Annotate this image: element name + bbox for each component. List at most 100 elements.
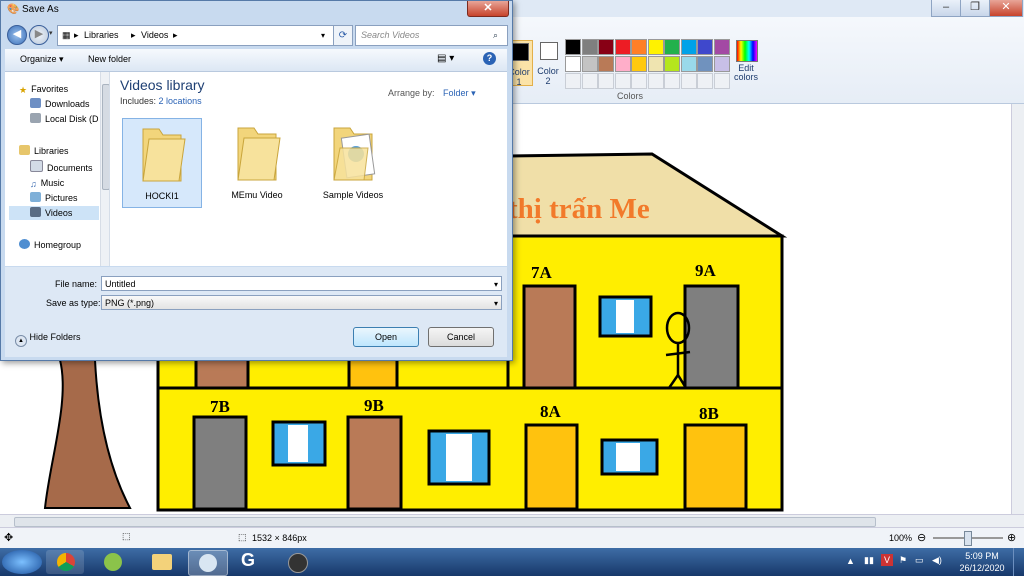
nav-libraries[interactable]: Libraries <box>19 144 109 158</box>
custom-color-slot[interactable] <box>565 73 581 89</box>
nav-homegroup[interactable]: Homegroup <box>19 238 109 252</box>
palette-swatch[interactable] <box>664 56 680 72</box>
new-folder-button[interactable]: New folder <box>88 54 131 64</box>
palette-swatch[interactable] <box>581 56 598 72</box>
palette-swatch[interactable] <box>565 56 581 72</box>
custom-color-slot[interactable] <box>581 73 598 89</box>
nav-scroll-thumb[interactable] <box>102 84 109 190</box>
taskbar-paint[interactable] <box>188 550 228 576</box>
custom-color-slot[interactable] <box>713 73 730 89</box>
palette-swatch[interactable] <box>614 39 631 55</box>
breadcrumb-videos[interactable]: Videos <box>141 26 168 45</box>
tray-arrow-icon[interactable]: ▲ <box>846 556 855 566</box>
downloads-icon <box>30 98 41 108</box>
palette-swatch[interactable] <box>598 56 614 72</box>
antivirus-icon[interactable]: V <box>881 554 893 566</box>
edit-colors-button[interactable]: Edit colors <box>733 40 759 84</box>
nav-scrollbar[interactable] <box>100 72 109 266</box>
dialog-close-button[interactable]: ✕ <box>467 1 509 17</box>
palette-swatch[interactable] <box>581 39 598 55</box>
monitor-icon[interactable]: ▭ <box>915 555 924 566</box>
custom-color-slot[interactable] <box>614 73 631 89</box>
recent-dropdown-icon[interactable]: ▾ <box>49 29 53 37</box>
file-name-input[interactable]: Untitled ▾ <box>101 276 502 291</box>
help-icon[interactable]: ? <box>483 52 496 65</box>
save-type-dropdown-icon[interactable]: ▾ <box>494 296 498 311</box>
custom-color-slot[interactable] <box>631 73 647 89</box>
file-item-sample-videos[interactable]: Sample Videos <box>314 118 392 206</box>
nav-music[interactable]: ♫ Music <box>30 176 109 190</box>
palette-swatch[interactable] <box>713 56 730 72</box>
palette-swatch[interactable] <box>631 39 647 55</box>
nav-local-disk[interactable]: Local Disk (D <box>30 112 109 126</box>
hide-folders-toggle[interactable]: ▲ Hide Folders <box>15 332 81 347</box>
custom-color-slot[interactable] <box>598 73 614 89</box>
file-item-hocki1[interactable]: HOCKI1 <box>122 118 202 208</box>
palette-swatch[interactable] <box>713 39 730 55</box>
horizontal-scrollbar[interactable] <box>0 514 1024 528</box>
palette-swatch[interactable] <box>697 56 713 72</box>
cancel-button[interactable]: Cancel <box>428 327 494 347</box>
taskbar-google[interactable]: G <box>232 550 270 574</box>
breadcrumb-libraries[interactable]: Libraries <box>84 26 119 45</box>
clock-time[interactable]: 5:09 PM <box>952 551 1012 561</box>
file-item-memu-video[interactable]: MEmu Video <box>218 118 296 206</box>
refresh-icon[interactable]: ⟳ <box>333 25 353 46</box>
custom-color-slot[interactable] <box>697 73 713 89</box>
arrange-dropdown[interactable]: Folder <box>443 88 469 98</box>
taskbar-explorer[interactable] <box>142 550 180 574</box>
custom-color-slot[interactable] <box>647 73 664 89</box>
palette-swatch[interactable] <box>631 56 647 72</box>
taskbar-media[interactable] <box>278 550 316 574</box>
save-type-select[interactable]: PNG (*.png) ▾ <box>101 295 502 310</box>
nav-videos[interactable]: Videos <box>9 206 99 220</box>
organize-button[interactable]: Organize ▾ <box>20 54 64 65</box>
palette-swatch[interactable] <box>697 39 713 55</box>
nav-downloads[interactable]: Downloads <box>30 97 109 111</box>
clock-date[interactable]: 26/12/2020 <box>952 563 1012 573</box>
vertical-scrollbar[interactable] <box>1011 104 1024 514</box>
palette-swatch[interactable] <box>680 39 697 55</box>
save-options-panel: File name: Untitled ▾ Save as type: PNG … <box>5 267 507 357</box>
paint-close-button[interactable]: ✕ <box>989 0 1023 17</box>
forward-button[interactable]: ▶ <box>29 25 49 45</box>
back-button[interactable]: ◀ <box>7 25 27 45</box>
palette-swatch[interactable] <box>614 56 631 72</box>
palette-swatch[interactable] <box>664 39 680 55</box>
search-icon[interactable]: ⌕ <box>493 26 498 45</box>
address-dropdown-icon[interactable]: ▾ <box>321 26 325 45</box>
pictures-icon <box>30 192 41 202</box>
start-button[interactable] <box>2 550 42 574</box>
search-box[interactable]: Search Videos ⌕ <box>355 25 508 46</box>
custom-color-slot[interactable] <box>664 73 680 89</box>
show-desktop-button[interactable] <box>1013 548 1024 576</box>
scroll-thumb[interactable] <box>14 517 876 527</box>
view-options-icon[interactable]: ▤ ▾ <box>437 53 454 64</box>
taskbar-app2[interactable] <box>94 550 132 574</box>
zoom-out-icon[interactable]: ⊖ <box>917 531 926 544</box>
minimize-button[interactable]: – <box>931 0 961 17</box>
taskbar-chrome[interactable] <box>46 550 84 574</box>
arrange-dropdown-icon[interactable]: ▾ <box>471 88 476 98</box>
nav-favorites[interactable]: ★ Favorites <box>19 82 109 96</box>
locations-link[interactable]: 2 locations <box>159 96 202 106</box>
search-input[interactable]: Search Videos <box>361 26 419 45</box>
address-bar[interactable]: ▦ ▸ Libraries ▸ Videos ▸ ▾ <box>57 25 334 46</box>
zoom-in-icon[interactable]: ⊕ <box>1007 531 1016 544</box>
paint-icon <box>199 554 217 572</box>
color2-button[interactable]: Color 2 <box>535 40 561 86</box>
nav-documents[interactable]: Documents <box>30 160 109 174</box>
custom-color-slot[interactable] <box>680 73 697 89</box>
palette-swatch[interactable] <box>565 39 581 55</box>
volume-icon[interactable]: ◀) <box>932 555 942 566</box>
flag-icon[interactable]: ⚑ <box>899 555 907 566</box>
open-button[interactable]: Open <box>353 327 419 347</box>
nav-pictures[interactable]: Pictures <box>30 191 109 205</box>
palette-swatch[interactable] <box>647 39 664 55</box>
maximize-button[interactable]: ❐ <box>960 0 990 17</box>
palette-swatch[interactable] <box>647 56 664 72</box>
palette-swatch[interactable] <box>680 56 697 72</box>
zoom-slider-thumb[interactable] <box>964 531 972 546</box>
file-name-dropdown-icon[interactable]: ▾ <box>494 277 498 292</box>
palette-swatch[interactable] <box>598 39 614 55</box>
